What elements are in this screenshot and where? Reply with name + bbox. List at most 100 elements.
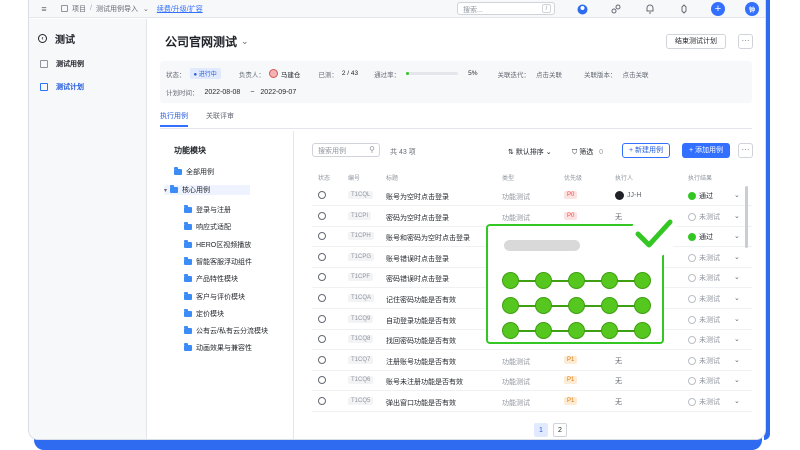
case-title[interactable]: 密码为空时点击登录 (386, 213, 449, 223)
chevron-down-icon[interactable]: ⌄ (734, 191, 740, 199)
case-title[interactable]: 找回密码功能是否有效 (386, 336, 456, 346)
iteration-link[interactable]: 点击关联 (536, 69, 562, 79)
page-title[interactable]: 公司官网测试 ⌄ (165, 33, 249, 50)
plus-icon[interactable]: + (711, 2, 725, 16)
version-link[interactable]: 点击关联 (622, 69, 648, 79)
executor[interactable]: 无 (615, 397, 622, 407)
more-actions-button[interactable]: ··· (738, 143, 753, 158)
tree-item-module[interactable]: 客户与评价模块 (184, 291, 245, 302)
case-title[interactable]: 账号错误时点击登录 (386, 254, 449, 264)
chevron-down-icon[interactable]: ⌄ (734, 397, 740, 405)
add-case-button[interactable]: + 添加用例 (682, 143, 731, 158)
result-dropdown[interactable]: 未测试 (688, 356, 720, 366)
table-row[interactable]: T1CQ7 注册账号功能是否有效 功能测试 P1 无 未测试 ⌄ (312, 351, 752, 371)
global-search-input[interactable]: 搜索... / (457, 2, 555, 15)
result-dropdown[interactable]: 未测试 (688, 335, 720, 345)
new-case-button[interactable]: + 新建用例 (622, 143, 671, 158)
filter-button[interactable]: ⛉ 筛选 0 (572, 147, 603, 157)
table-row[interactable]: T1CQL 账号为空时点击登录 功能测试 P0 JJ-H 通过 ⌄ (312, 186, 752, 206)
result-dropdown[interactable]: 未测试 (688, 376, 720, 386)
status-icon[interactable] (318, 355, 326, 364)
breadcrumb-project[interactable]: 项目 (72, 4, 86, 14)
chevron-down-icon[interactable]: ⌄ (734, 212, 740, 220)
user-avatar[interactable]: 钟 (745, 2, 759, 16)
back-icon[interactable]: ‹ (38, 34, 47, 43)
case-title[interactable]: 注册账号功能是否有效 (386, 357, 456, 367)
chevron-down-icon[interactable]: ⌄ (734, 376, 740, 384)
table-row[interactable]: T1CQ6 账号未注册功能是否有效 功能测试 P1 无 未测试 ⌄ (312, 371, 752, 392)
page-1-button[interactable]: 1 (534, 423, 548, 437)
case-title[interactable]: 自动登录功能是否有效 (386, 316, 456, 326)
executor[interactable]: 无 (615, 212, 622, 222)
chevron-down-icon[interactable]: ⌄ (734, 335, 740, 343)
end-date[interactable]: 2022-09-07 (260, 89, 296, 96)
tree-item-module[interactable]: 动画效果与兼容性 (184, 343, 252, 353)
chevron-down-icon[interactable]: ⌄ (143, 5, 149, 13)
case-title[interactable]: 账号为空时点击登录 (386, 192, 449, 202)
chevron-down-icon[interactable]: ⌄ (734, 232, 740, 240)
case-title[interactable]: 弹出窗口功能是否有效 (386, 398, 456, 408)
result-dropdown[interactable]: 未测试 (688, 212, 720, 222)
tab-related-reviews[interactable]: 关联评审 (206, 111, 234, 127)
scrollbar[interactable] (745, 186, 748, 248)
result-dropdown[interactable]: 未测试 (688, 315, 720, 325)
chevron-down-icon[interactable]: ⌄ (734, 253, 740, 261)
result-dropdown[interactable]: 未测试 (688, 273, 720, 283)
status-icon[interactable] (318, 211, 326, 220)
status-icon[interactable] (318, 252, 326, 261)
app-logo-icon[interactable] (575, 2, 589, 16)
breadcrumb-current[interactable]: 测试用例导入 (96, 4, 138, 14)
menu-icon[interactable]: ≡ (37, 2, 51, 16)
end-plan-button[interactable]: 结束测试计划 (666, 34, 726, 49)
status-icon[interactable] (318, 376, 326, 385)
status-icon[interactable] (318, 191, 326, 199)
upgrade-link[interactable]: 续费/升级/扩容 (157, 4, 203, 14)
executor[interactable]: 无 (615, 376, 622, 386)
executor[interactable]: JJ-H (615, 191, 641, 200)
sort-dropdown[interactable]: ⇅ 默认排序 ⌄ (508, 147, 552, 157)
owner-name[interactable]: 马建仓 (281, 69, 301, 79)
tree-item-module[interactable]: 公有云/私有云分流模块 (184, 326, 268, 336)
tree-item-module[interactable]: 智能客服浮动组件 (184, 256, 252, 267)
case-title[interactable]: 账号未注册功能是否有效 (386, 377, 463, 387)
table-row[interactable]: T1CQ5 弹出窗口功能是否有效 功能测试 P1 无 未测试 ⌄ (312, 392, 752, 412)
case-title[interactable]: 密码错误时点击登录 (386, 274, 449, 284)
status-icon[interactable] (318, 273, 326, 282)
result-dropdown[interactable]: 通过 (688, 191, 713, 201)
page-2-button[interactable]: 2 (553, 423, 567, 437)
status-icon[interactable] (318, 397, 326, 405)
case-search-input[interactable]: 搜索用例 ⚲ (312, 143, 380, 157)
case-title[interactable]: 记住密码功能是否有效 (386, 295, 456, 305)
tree-item-module[interactable]: 定价模块 (184, 308, 224, 319)
notification-icon[interactable] (643, 2, 657, 16)
tree-item-core[interactable]: ▾ 核心用例 (164, 185, 251, 195)
integration-icon[interactable] (609, 2, 623, 16)
more-options-button[interactable]: ··· (738, 34, 753, 49)
status-icon[interactable] (318, 294, 326, 302)
tree-item-module[interactable]: HERO区视频播放 (184, 239, 251, 250)
help-icon[interactable] (677, 2, 691, 16)
tree-item-module[interactable]: 产品特性模块 (184, 274, 238, 284)
sidebar-item-test-cases[interactable]: 测试用例 (40, 59, 84, 69)
chevron-down-icon[interactable]: ⌄ (734, 273, 740, 281)
status-icon[interactable] (318, 314, 326, 323)
caret-down-icon[interactable]: ▾ (164, 187, 167, 194)
chevron-down-icon[interactable]: ⌄ (241, 36, 249, 47)
status-icon[interactable] (318, 335, 326, 344)
sidebar-item-test-plans[interactable]: 测试计划 (40, 82, 84, 92)
result-dropdown[interactable]: 未测试 (688, 397, 720, 407)
chevron-down-icon[interactable]: ⌄ (734, 315, 740, 323)
status-icon[interactable] (318, 232, 326, 241)
tree-item-module[interactable]: 登录与注册 (184, 205, 231, 215)
case-title[interactable]: 账号和密码为空时点击登录 (386, 233, 470, 243)
result-dropdown[interactable]: 通过 (688, 232, 713, 242)
chevron-down-icon[interactable]: ⌄ (734, 294, 740, 302)
tab-execute-cases[interactable]: 执行用例 (160, 111, 188, 127)
tree-item-module[interactable]: 响应式适配 (184, 222, 231, 232)
executor[interactable]: 无 (615, 356, 622, 366)
chevron-down-icon[interactable]: ⌄ (734, 356, 740, 364)
tree-item-all[interactable]: 全部用例 (174, 167, 214, 177)
result-dropdown[interactable]: 未测试 (688, 253, 720, 263)
result-dropdown[interactable]: 未测试 (688, 294, 720, 304)
start-date[interactable]: 2022-08-08 (205, 89, 241, 96)
